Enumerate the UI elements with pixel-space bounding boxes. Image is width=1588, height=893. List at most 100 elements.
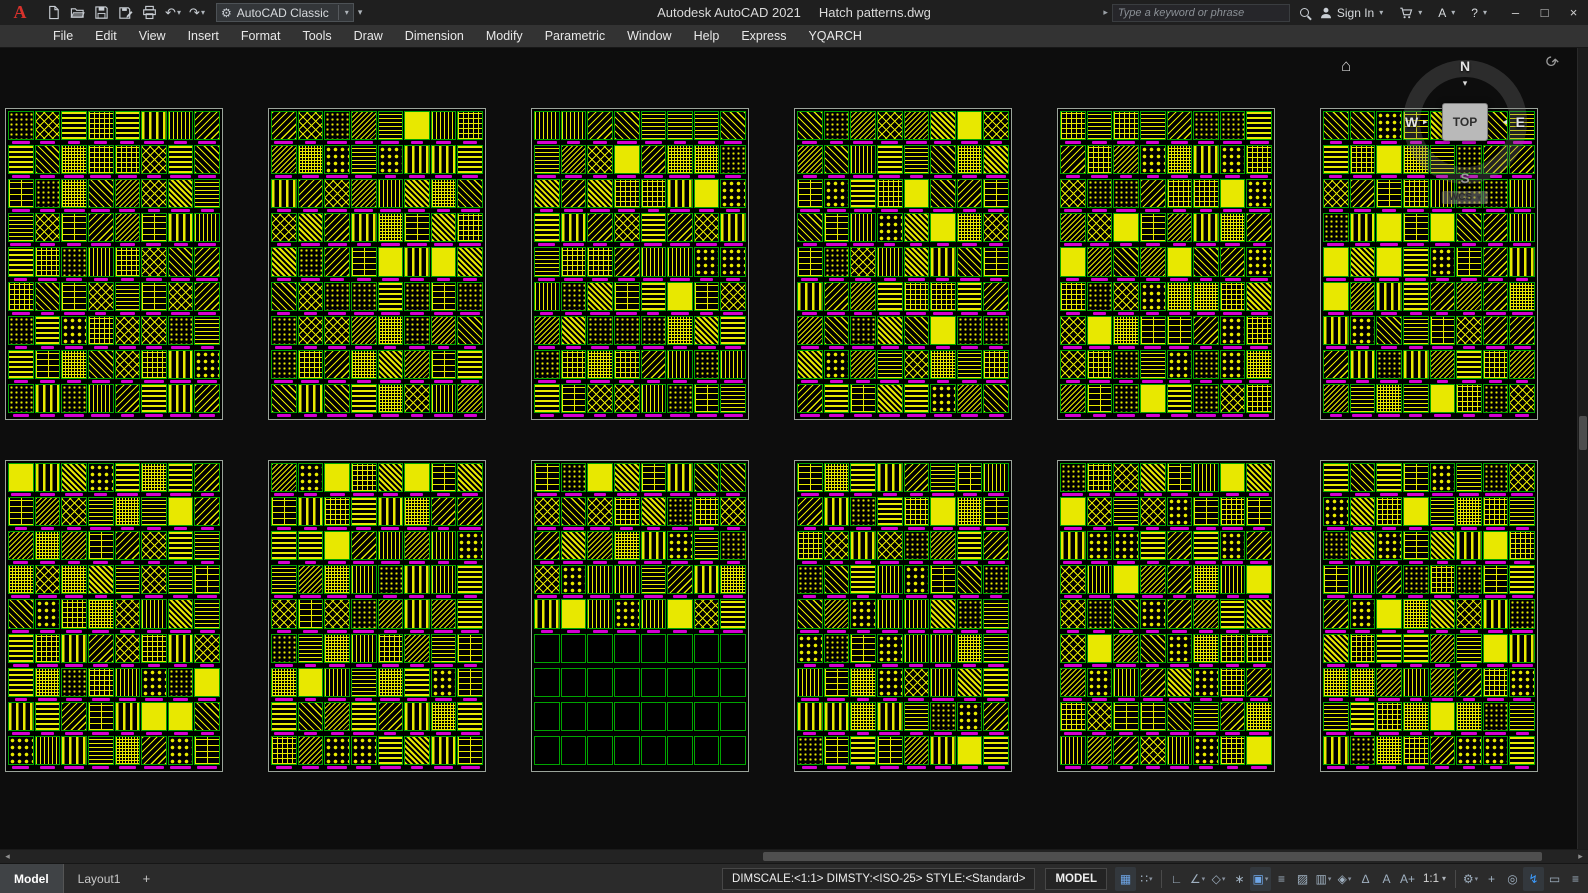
tab-model[interactable]: Model — [0, 864, 64, 893]
horizontal-scrollbar-track[interactable] — [15, 850, 1573, 863]
ortho-mode-toggle[interactable]: ∟ — [1166, 867, 1187, 891]
menu-format[interactable]: Format — [230, 25, 292, 47]
lineweight-toggle[interactable]: ≡ — [1271, 867, 1292, 891]
transparency-toggle[interactable]: ▨ — [1292, 867, 1313, 891]
workspace-switching-toggle[interactable]: ⚙▾ — [1460, 867, 1481, 891]
viewcube-rotate-right-icon[interactable]: ◂ — [1502, 117, 1507, 128]
autocad-logo-icon[interactable]: A — [0, 0, 40, 25]
hatch-swatch — [694, 145, 720, 178]
isolate-objects-toggle[interactable]: ◎ — [1502, 867, 1523, 891]
hatch-swatch — [168, 497, 194, 530]
vertical-scrollbar-thumb[interactable] — [1579, 416, 1587, 450]
horizontal-scrollbar[interactable]: ◂ ▸ — [0, 849, 1588, 863]
qnew-button[interactable] — [42, 2, 64, 24]
menu-yqarch[interactable]: YQARCH — [797, 25, 872, 47]
open-button[interactable] — [66, 2, 88, 24]
horizontal-scrollbar-thumb[interactable] — [763, 852, 1542, 861]
annotation-monitor-toggle[interactable]: + — [1481, 867, 1502, 891]
undo-button[interactable]: ↶▾ — [162, 2, 184, 24]
menu-help[interactable]: Help — [683, 25, 731, 47]
hatch-swatch — [1087, 282, 1113, 315]
hatch-label — [827, 312, 845, 315]
hatch-label — [385, 175, 397, 178]
annotation-monitor-icon: + — [1488, 873, 1495, 885]
viewcube-west[interactable]: W — [1405, 114, 1418, 130]
vertical-scrollbar[interactable] — [1577, 48, 1588, 849]
customize-toggle[interactable]: ≡ — [1565, 867, 1586, 891]
close-button[interactable]: × — [1559, 0, 1588, 25]
hatch-label — [1063, 698, 1082, 701]
hatch-swatch — [1456, 350, 1482, 383]
viewcube-south[interactable]: S — [1460, 170, 1469, 186]
hatch-swatch — [797, 668, 823, 701]
viewcube-rotate-left-icon[interactable]: ▸ — [1423, 117, 1428, 128]
isometric-drafting-toggle[interactable]: ◇▾ — [1208, 867, 1229, 891]
viewcube-rotate-down-icon[interactable]: ▾ — [1463, 78, 1468, 89]
plot-button[interactable] — [138, 2, 160, 24]
grid-display-toggle[interactable]: ▦ — [1115, 867, 1136, 891]
polar-tracking-toggle[interactable]: ∠▾ — [1187, 867, 1208, 891]
minimize-button[interactable]: – — [1501, 0, 1530, 25]
menu-tools[interactable]: Tools — [291, 25, 342, 47]
hatch-tile — [1376, 179, 1402, 208]
menu-express[interactable]: Express — [730, 25, 797, 47]
object-snap-toggle[interactable]: ▣▾ — [1250, 867, 1271, 891]
redo-button[interactable]: ↷▾ — [186, 2, 208, 24]
viewcube-east[interactable]: E — [1516, 114, 1525, 130]
orbit-arrow-icon[interactable]: ↺ — [1538, 50, 1562, 74]
hatch-tile — [88, 316, 114, 345]
home-icon[interactable]: ⌂ — [1341, 56, 1351, 76]
menu-window[interactable]: Window — [616, 25, 682, 47]
qsave-button[interactable] — [90, 2, 112, 24]
help-button[interactable]: ? ▾ — [1463, 0, 1495, 25]
menu-modify[interactable]: Modify — [475, 25, 534, 47]
menu-parametric[interactable]: Parametric — [534, 25, 616, 47]
wcs-dropdown[interactable]: WCS ▾ — [1442, 191, 1488, 204]
viewcube-north[interactable]: N — [1460, 58, 1470, 74]
hatch-tile — [378, 350, 404, 379]
scroll-left-arrow[interactable]: ◂ — [0, 850, 15, 863]
selection-cycling-toggle[interactable]: ▥▾ — [1313, 867, 1334, 891]
search-input[interactable] — [1118, 7, 1284, 19]
hatch-swatch — [694, 599, 720, 632]
appstore-button[interactable]: A ▾ — [1430, 0, 1463, 25]
viewcube-top-face[interactable]: TOP — [1442, 103, 1488, 141]
graphics-performance-toggle[interactable]: ↯ — [1523, 867, 1544, 891]
menu-file[interactable]: File — [42, 25, 84, 47]
hatch-tile — [115, 247, 141, 276]
saveas-button[interactable] — [114, 2, 136, 24]
sign-in-button[interactable]: Sign In ▾ — [1311, 0, 1391, 25]
hatch-label — [1326, 732, 1346, 735]
search-expand-icon[interactable]: ▸ — [1103, 7, 1108, 18]
scroll-right-arrow[interactable]: ▸ — [1573, 850, 1588, 863]
maximize-button[interactable]: □ — [1530, 0, 1559, 25]
menu-dimension[interactable]: Dimension — [394, 25, 475, 47]
3d-object-snap-toggle[interactable]: ◈▾ — [1334, 867, 1355, 891]
hatch-label — [990, 595, 1002, 598]
hatch-tile — [1376, 565, 1402, 594]
model-space-toggle[interactable]: MODEL — [1045, 868, 1107, 890]
menu-draw[interactable]: Draw — [343, 25, 394, 47]
hatch-label — [961, 312, 978, 315]
menu-view[interactable]: View — [128, 25, 177, 47]
cart-button[interactable]: ▾ — [1391, 0, 1430, 25]
qat-customize-button[interactable]: ▾ — [358, 7, 363, 18]
hatch-tile — [720, 282, 746, 311]
hatch-label — [1143, 698, 1163, 701]
menu-insert[interactable]: Insert — [177, 25, 230, 47]
dynamic-ucs-toggle[interactable]: ∆ — [1355, 867, 1376, 891]
annotation-scale-button[interactable]: 1:1▾ — [1418, 868, 1451, 890]
annotation-visibility-toggle[interactable]: A — [1376, 867, 1397, 891]
drawing-area[interactable]: N S W E ▾ ▸ ◂ TOP ⌂ ↺ WCS ▾ — [0, 48, 1577, 849]
annotation-autoscale-toggle[interactable]: A+ — [1397, 867, 1418, 891]
new-layout-button[interactable]: + — [134, 864, 158, 893]
hatch-label — [1090, 243, 1109, 246]
menu-edit[interactable]: Edit — [84, 25, 128, 47]
search-icon[interactable] — [1300, 8, 1309, 17]
object-snap-tracking-toggle[interactable]: ∗ — [1229, 867, 1250, 891]
snap-mode-toggle[interactable]: ∷▾ — [1136, 867, 1157, 891]
hatch-label — [933, 209, 953, 212]
tab-layout1[interactable]: Layout1 — [64, 864, 135, 893]
clean-screen-toggle[interactable]: ▭ — [1544, 867, 1565, 891]
workspace-dropdown[interactable]: ⚙ AutoCAD Classic ▾ — [216, 3, 354, 22]
